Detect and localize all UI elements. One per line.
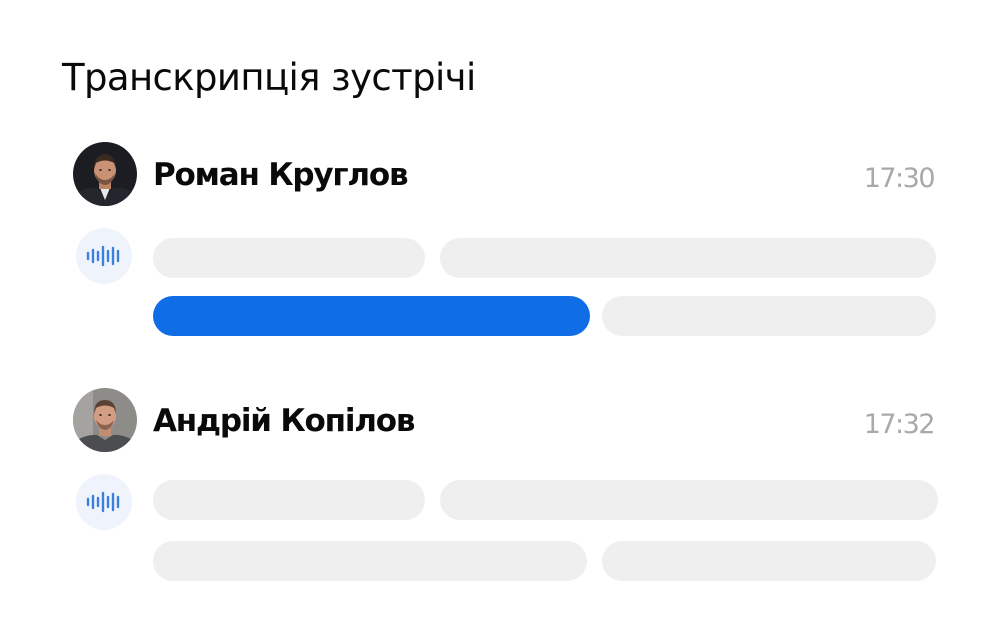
transcript-text-placeholder: [602, 296, 936, 336]
transcript-text-placeholder: [440, 238, 936, 278]
audio-play-button[interactable]: [76, 228, 132, 284]
transcript-text-placeholder: [602, 541, 936, 581]
avatar: [73, 142, 137, 206]
audio-play-button[interactable]: [76, 474, 132, 530]
transcript-text-placeholder: [153, 238, 425, 278]
speaker-name: Андрій Копілов: [153, 403, 415, 439]
playback-progress-bar[interactable]: [153, 296, 590, 336]
transcript-text-placeholder: [153, 480, 425, 520]
timestamp: 17:32: [863, 409, 936, 440]
avatar: [73, 388, 137, 452]
speaker-name: Роман Круглов: [153, 157, 409, 193]
page-title: Транскрипція зустрічі: [62, 56, 476, 99]
sound-wave-icon: [86, 491, 120, 513]
transcript-text-placeholder: [440, 480, 938, 520]
sound-wave-icon: [86, 245, 120, 267]
avatar-photo: [73, 388, 137, 452]
transcript-text-placeholder: [153, 541, 587, 581]
timestamp: 17:30: [863, 163, 936, 194]
avatar-photo: [73, 142, 137, 206]
